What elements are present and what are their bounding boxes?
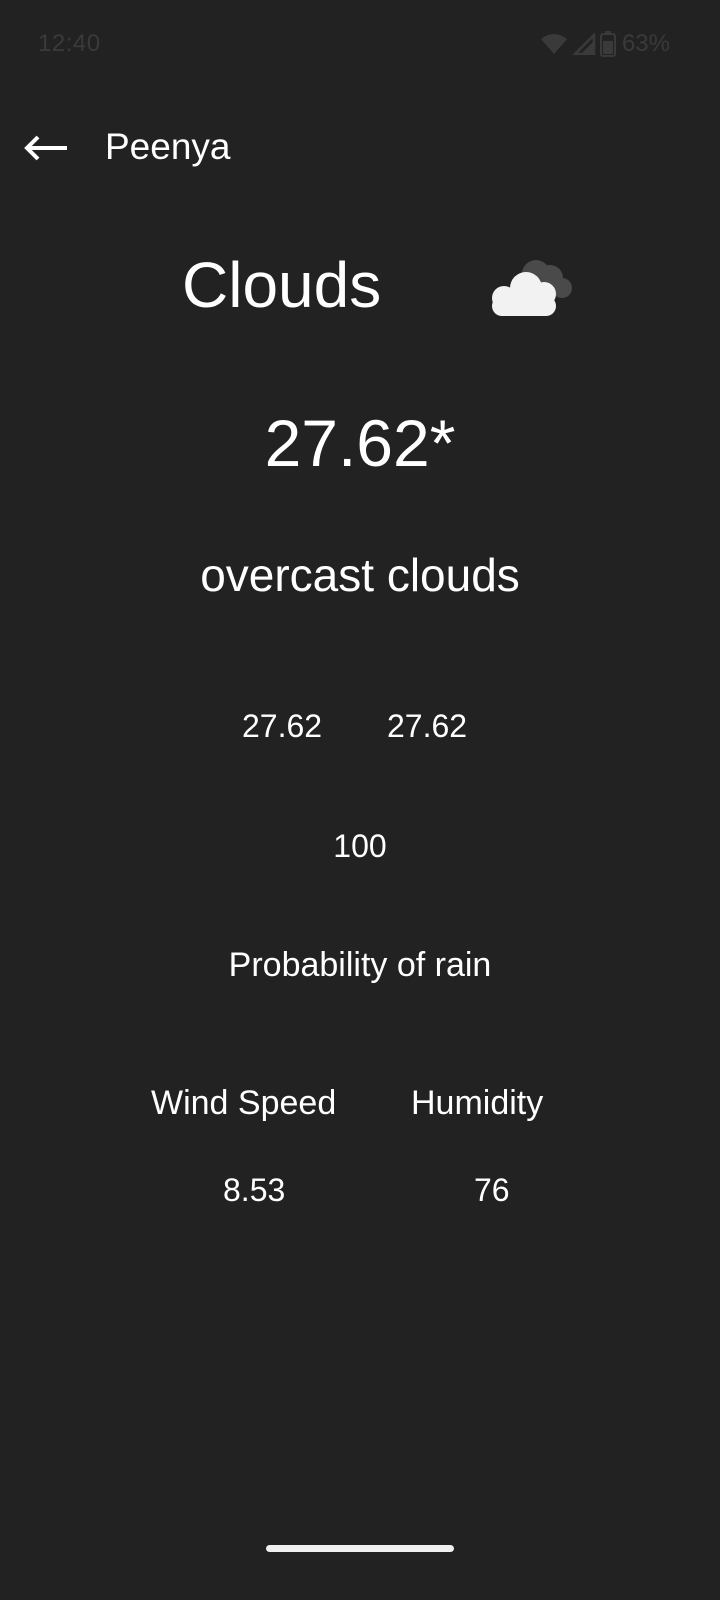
stats-labels: Wind Speed Humidity — [0, 1084, 720, 1134]
status-bar: 12:40 63% — [0, 0, 720, 92]
humidity-value: 76 — [474, 1172, 510, 1208]
cellular-signal-icon — [572, 33, 596, 55]
wind-speed-value: 8.53 — [223, 1172, 286, 1208]
weather-detail-screen: 12:40 63% Peenya Clouds 27.62* overcast … — [0, 0, 720, 1600]
app-bar: Peenya — [0, 110, 720, 190]
clouds-value: 100 — [333, 828, 387, 864]
cloud-icon — [480, 252, 580, 322]
back-button[interactable] — [16, 120, 76, 180]
status-icons: 63% — [540, 30, 670, 58]
weather-main-label: Clouds — [182, 249, 382, 321]
back-arrow-icon — [23, 134, 69, 167]
battery-percent: 63% — [621, 30, 670, 57]
status-time: 12:40 — [38, 30, 101, 57]
home-indicator[interactable] — [266, 1545, 454, 1552]
wind-speed-label: Wind Speed — [151, 1084, 337, 1122]
max-temperature: 27.62 — [387, 708, 468, 744]
location-title: Peenya — [105, 126, 231, 167]
humidity-label: Humidity — [411, 1084, 544, 1122]
min-temperature: 27.62 — [242, 708, 323, 744]
weather-main-row: Clouds — [0, 248, 720, 338]
stats-values: 8.53 76 — [0, 1172, 720, 1222]
rain-probability-label: Probability of rain — [228, 946, 492, 984]
current-temperature: 27.62* — [264, 406, 456, 480]
wifi-icon — [540, 33, 568, 55]
battery-icon — [599, 31, 616, 57]
weather-description: overcast clouds — [200, 549, 520, 601]
min-max-temperature: 27.62 27.62 — [0, 708, 720, 748]
